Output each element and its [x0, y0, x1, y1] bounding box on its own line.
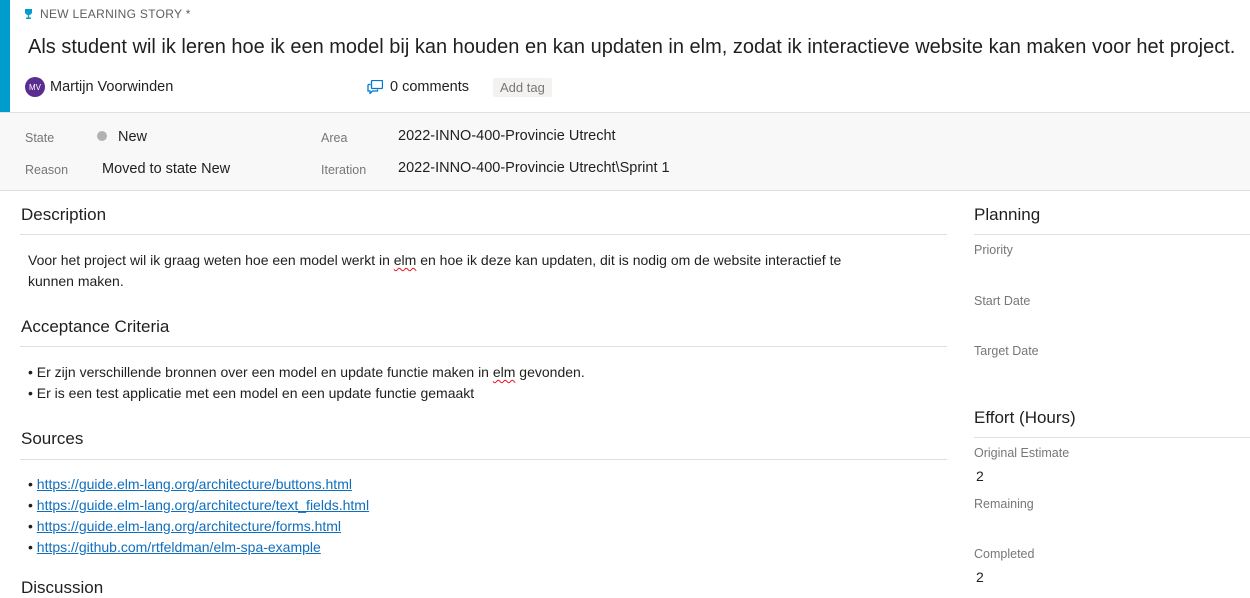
sources-editor[interactable]: • https://guide.elm-lang.org/architectur…: [28, 474, 943, 558]
state-value: New: [118, 129, 148, 145]
work-item-title[interactable]: Als student wil ik leren hoe ik een mode…: [28, 36, 1235, 59]
target-date-label: Target Date: [974, 344, 1039, 358]
priority-label: Priority: [974, 243, 1013, 257]
work-item-type: NEW LEARNING STORY *: [24, 7, 191, 21]
remaining-field[interactable]: [976, 518, 1244, 538]
comment-icon: [367, 80, 383, 94]
acceptance-divider: [20, 346, 947, 347]
work-item-color-bar: [0, 0, 10, 112]
work-item-type-label: NEW LEARNING STORY *: [40, 7, 191, 21]
acceptance-criteria-heading: Acceptance Criteria: [21, 317, 170, 336]
list-item: • https://guide.elm-lang.org/architectur…: [28, 476, 352, 492]
comments-count-label: 0 comments: [390, 79, 469, 95]
comments-link[interactable]: 0 comments: [367, 79, 469, 95]
work-item-fields-bar: State New Reason Moved to state New Area…: [0, 112, 1250, 191]
iteration-label: Iteration: [321, 163, 367, 177]
list-item: • Er zijn verschillende bronnen over een…: [28, 364, 585, 380]
list-item: • Er is een test applicatie met een mode…: [28, 385, 475, 401]
state-indicator-icon: [97, 131, 107, 141]
iteration-field[interactable]: 2022-INNO-400-Provincie Utrecht\Sprint 1: [398, 160, 670, 176]
assignee-name: Martijn Voorwinden: [50, 79, 174, 95]
remaining-label: Remaining: [974, 497, 1034, 511]
trophy-icon: [25, 9, 32, 19]
sources-divider: [20, 459, 947, 460]
source-link[interactable]: https://guide.elm-lang.org/architecture/…: [37, 476, 352, 492]
original-estimate-label: Original Estimate: [974, 446, 1070, 460]
avatar: MV: [25, 77, 45, 97]
list-item: • https://guide.elm-lang.org/architectur…: [28, 497, 370, 513]
acceptance-criteria-editor[interactable]: • Er zijn verschillende bronnen over een…: [28, 362, 943, 404]
sources-heading: Sources: [21, 429, 84, 448]
priority-field[interactable]: [974, 262, 1244, 282]
description-line-2: kunnen maken.: [28, 273, 124, 289]
reason-dropdown[interactable]: Moved to state New: [102, 161, 230, 177]
reason-label: Reason: [25, 163, 69, 177]
planning-heading: Planning: [974, 205, 1041, 224]
list-item: • https://guide.elm-lang.org/architectur…: [28, 518, 342, 534]
completed-field[interactable]: 2: [976, 569, 984, 585]
add-tag-button[interactable]: Add tag: [493, 78, 552, 97]
start-date-field[interactable]: [974, 313, 1244, 333]
planning-divider: [974, 234, 1250, 235]
original-estimate-field[interactable]: 2: [976, 468, 984, 484]
discussion-heading: Discussion: [21, 578, 104, 597]
spellcheck-flag: elm: [492, 364, 516, 380]
effort-divider: [974, 437, 1250, 438]
source-link[interactable]: https://github.com/rtfeldman/elm-spa-exa…: [37, 539, 321, 555]
source-link[interactable]: https://guide.elm-lang.org/architecture/…: [37, 518, 341, 534]
state-label: State: [25, 131, 55, 145]
target-date-field[interactable]: [974, 363, 1244, 383]
description-heading: Description: [21, 205, 107, 224]
effort-heading: Effort (Hours): [974, 408, 1076, 427]
description-line-1: Voor het project wil ik graag weten hoe …: [28, 252, 842, 268]
start-date-label: Start Date: [974, 294, 1031, 308]
area-label: Area: [321, 131, 348, 145]
description-editor[interactable]: Voor het project wil ik graag weten hoe …: [28, 250, 943, 292]
list-item: • https://github.com/rtfeldman/elm-spa-e…: [28, 539, 321, 555]
source-link[interactable]: https://guide.elm-lang.org/architecture/…: [37, 497, 369, 513]
work-item-header: NEW LEARNING STORY * Als student wil ik …: [10, 0, 1250, 112]
assigned-to-field[interactable]: MV Martijn Voorwinden: [25, 77, 173, 97]
spellcheck-flag: elm: [393, 252, 417, 268]
completed-label: Completed: [974, 547, 1035, 561]
area-field[interactable]: 2022-INNO-400-Provincie Utrecht: [398, 128, 616, 144]
state-dropdown[interactable]: New: [97, 129, 147, 145]
description-divider: [20, 234, 947, 235]
